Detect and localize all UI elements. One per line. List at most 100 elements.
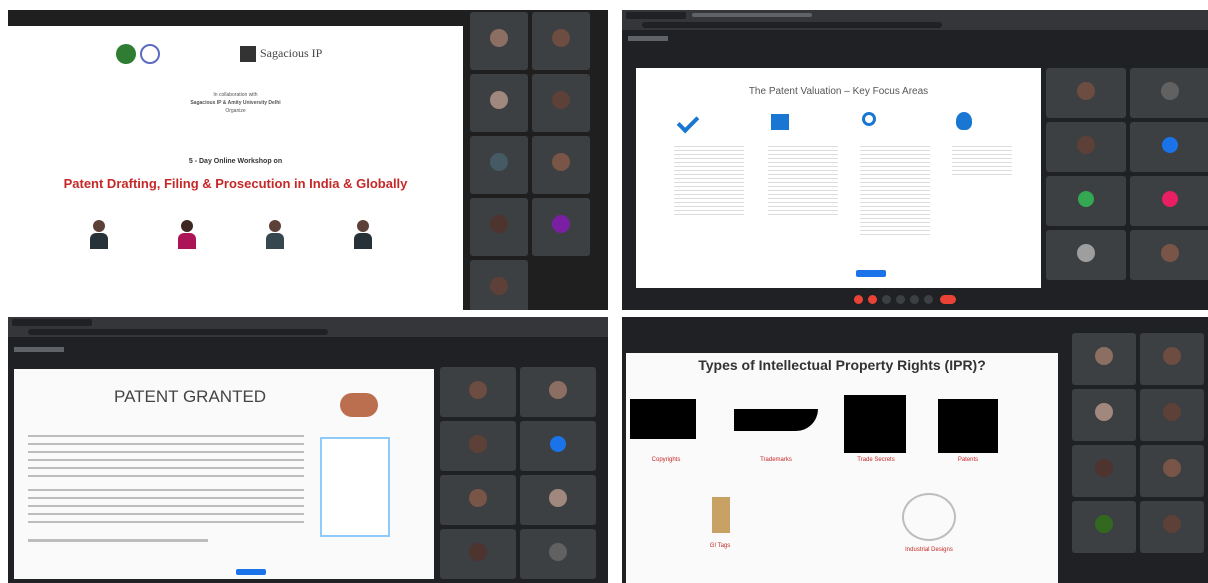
participant-video bbox=[549, 380, 567, 399]
participant-tile[interactable] bbox=[1130, 68, 1208, 118]
participant-video bbox=[1095, 347, 1113, 366]
participant-tile[interactable] bbox=[1140, 445, 1204, 497]
participant-tile[interactable] bbox=[532, 136, 590, 194]
participant-tile[interactable] bbox=[532, 12, 590, 70]
type-label-copyrights: Copyrights bbox=[651, 457, 681, 463]
speaker-photo bbox=[90, 220, 108, 250]
participant-video bbox=[552, 29, 570, 48]
participant-video bbox=[552, 153, 570, 172]
participant-tile[interactable] bbox=[470, 12, 528, 70]
participant-tile[interactable] bbox=[1072, 501, 1136, 553]
participant-tile[interactable] bbox=[1072, 389, 1136, 441]
participant-tile[interactable] bbox=[1046, 230, 1126, 280]
slide-title: Types of Intellectual Property Rights (I… bbox=[698, 357, 986, 373]
university-logo bbox=[116, 44, 136, 64]
participant-tile[interactable] bbox=[1046, 122, 1126, 172]
swoosh-icon bbox=[734, 409, 818, 431]
participant-video bbox=[1077, 81, 1095, 100]
participant-tile[interactable] bbox=[1140, 389, 1204, 441]
emoji-button[interactable] bbox=[896, 295, 905, 304]
slide-title: PATENT GRANTED bbox=[114, 387, 267, 406]
participant-video bbox=[1163, 347, 1181, 366]
slide-nav-button[interactable] bbox=[236, 569, 266, 575]
intro-line-1: In collaboration with bbox=[213, 92, 258, 98]
participant-tile[interactable] bbox=[1072, 333, 1136, 385]
meeting-panel-workshop: Sagacious IP In collaboration with Sagac… bbox=[8, 10, 608, 310]
participant-tile[interactable] bbox=[1140, 333, 1204, 385]
participant-tile[interactable] bbox=[440, 367, 516, 417]
browser-tab-bar[interactable] bbox=[622, 10, 1208, 20]
type-label-trade-secrets: Trade Secrets bbox=[857, 457, 895, 463]
lock-icon bbox=[844, 395, 906, 453]
participant-tile[interactable] bbox=[440, 475, 516, 525]
participant-video bbox=[1077, 243, 1095, 262]
participant-tile[interactable] bbox=[470, 74, 528, 132]
participant-avatar bbox=[550, 435, 566, 452]
masks-icon bbox=[630, 399, 696, 439]
captions-button[interactable] bbox=[882, 295, 891, 304]
address-bar[interactable] bbox=[8, 327, 608, 337]
sagacious-logo-mark bbox=[240, 46, 256, 62]
camera-off-button[interactable] bbox=[868, 295, 877, 304]
participant-tile[interactable] bbox=[440, 421, 516, 471]
speaker-photo bbox=[266, 220, 284, 250]
type-label-patents: Patents bbox=[957, 457, 979, 463]
participant-video bbox=[552, 215, 570, 234]
participant-video bbox=[1095, 459, 1113, 478]
participant-video bbox=[1161, 243, 1179, 262]
intro-line-2: Sagacious IP & Amity University Delhi bbox=[190, 100, 281, 106]
participant-tile[interactable] bbox=[532, 74, 590, 132]
shared-slide: The Patent Valuation – Key Focus Areas bbox=[636, 68, 1041, 288]
participant-video bbox=[1163, 515, 1181, 534]
participant-video bbox=[1161, 81, 1179, 100]
participant-tile[interactable] bbox=[470, 136, 528, 194]
participant-tile[interactable] bbox=[520, 367, 596, 417]
participant-tile[interactable] bbox=[520, 421, 596, 471]
participant-tile[interactable] bbox=[1046, 176, 1126, 226]
participant-tile[interactable] bbox=[470, 260, 528, 310]
mic-off-button[interactable] bbox=[854, 295, 863, 304]
participant-video bbox=[490, 215, 508, 234]
meet-controls bbox=[622, 290, 1208, 310]
speaker-photo bbox=[178, 220, 196, 250]
participant-video bbox=[549, 488, 567, 507]
participant-video bbox=[490, 153, 508, 172]
participant-tile[interactable] bbox=[440, 529, 516, 579]
rupee-coins-image bbox=[340, 393, 378, 417]
participant-video bbox=[1163, 459, 1181, 478]
participant-tile[interactable] bbox=[1140, 501, 1204, 553]
participant-tile[interactable] bbox=[1072, 445, 1136, 497]
browser-tab-bar[interactable] bbox=[8, 317, 608, 327]
meeting-panel-valuation: The Patent Valuation – Key Focus Areas bbox=[622, 10, 1208, 310]
more-options-button[interactable] bbox=[924, 295, 933, 304]
participant-tile[interactable] bbox=[470, 198, 528, 256]
participant-video bbox=[1095, 403, 1113, 422]
address-bar[interactable] bbox=[622, 20, 1208, 30]
meet-header bbox=[8, 337, 608, 361]
participant-tile[interactable] bbox=[1130, 122, 1208, 172]
participant-tile[interactable] bbox=[520, 475, 596, 525]
slide-title: The Patent Valuation – Key Focus Areas bbox=[748, 86, 929, 97]
participant-tile[interactable] bbox=[1130, 230, 1208, 280]
present-button[interactable] bbox=[910, 295, 919, 304]
participant-tile[interactable] bbox=[1130, 176, 1208, 226]
participant-tile[interactable] bbox=[520, 529, 596, 579]
participant-avatar bbox=[1078, 190, 1094, 207]
tag-icon bbox=[712, 497, 730, 533]
participant-avatar bbox=[1162, 190, 1178, 207]
leave-call-button[interactable] bbox=[940, 295, 956, 304]
participant-tile[interactable] bbox=[1046, 68, 1126, 118]
meet-header bbox=[622, 30, 1208, 48]
participant-video bbox=[469, 488, 487, 507]
design-icon bbox=[902, 493, 956, 541]
meeting-panel-granted: PATENT GRANTED bbox=[8, 317, 608, 583]
magnifier-icon bbox=[862, 112, 876, 126]
participant-tile[interactable] bbox=[532, 198, 590, 256]
lightbulb-icon bbox=[938, 399, 998, 453]
shared-slide: Sagacious IP In collaboration with Sagac… bbox=[8, 26, 463, 310]
participant-video bbox=[490, 277, 508, 296]
participant-video bbox=[469, 542, 487, 561]
shared-slide: PATENT GRANTED bbox=[14, 369, 434, 579]
participant-video bbox=[1077, 135, 1095, 154]
slide-nav-button[interactable] bbox=[856, 270, 886, 277]
